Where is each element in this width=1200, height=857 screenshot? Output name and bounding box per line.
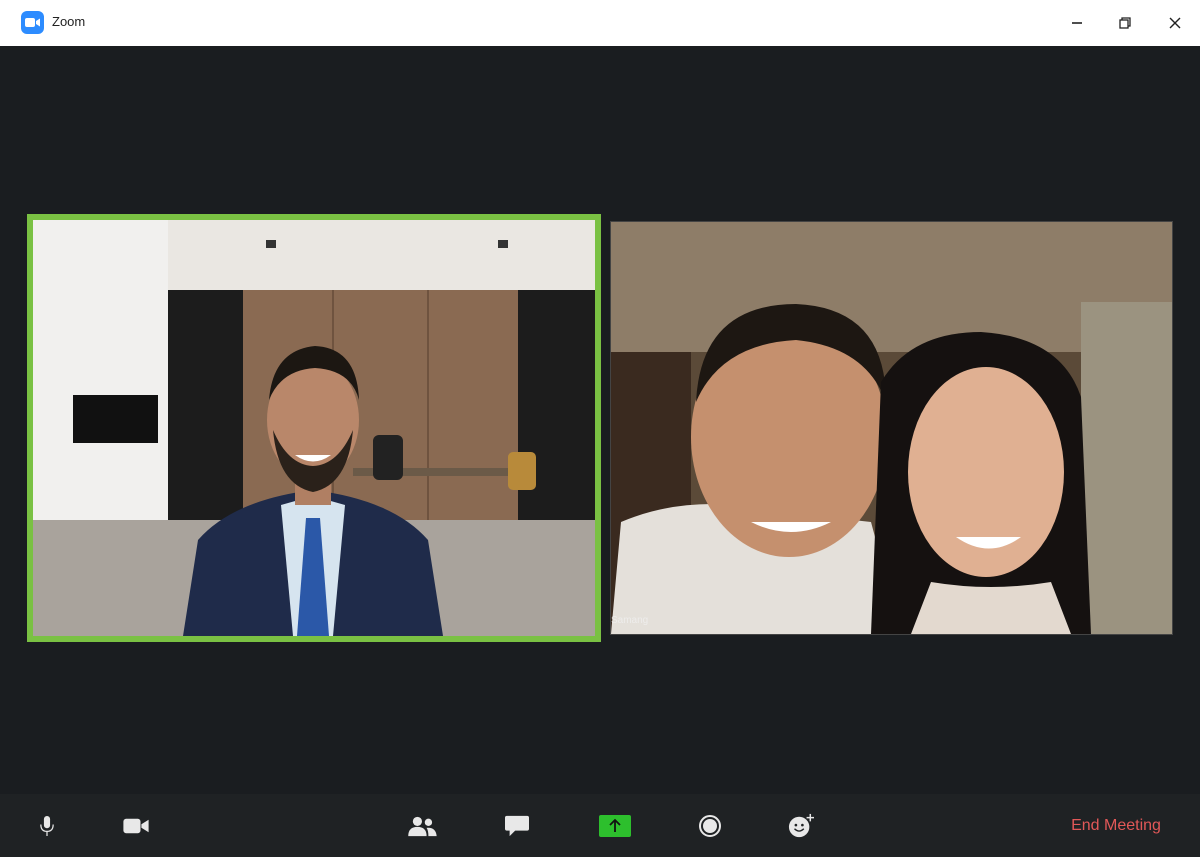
reactions-button[interactable] (784, 804, 818, 848)
record-icon (699, 815, 721, 837)
add-reaction-icon (788, 813, 814, 838)
minimize-button[interactable] (1062, 8, 1092, 38)
share-screen-button[interactable] (596, 804, 634, 848)
restore-icon (1119, 17, 1131, 29)
video-camera-icon (123, 818, 149, 834)
record-button[interactable] (694, 804, 726, 848)
chat-button[interactable] (500, 804, 534, 848)
participant-name-label: Samang (611, 615, 649, 626)
end-meeting-button[interactable]: End Meeting (1060, 814, 1172, 838)
share-screen-icon (599, 815, 631, 837)
close-icon (1169, 17, 1181, 29)
restore-button[interactable] (1110, 8, 1140, 38)
participant-video-2 (611, 222, 1172, 634)
close-button[interactable] (1160, 8, 1190, 38)
participants-icon (408, 816, 437, 837)
mute-button[interactable] (34, 804, 60, 848)
title-bar: Zoom (0, 0, 1200, 46)
minimize-icon (1072, 22, 1082, 24)
participants-button[interactable] (403, 804, 441, 848)
video-button[interactable] (118, 804, 154, 848)
video-tile-active-speaker[interactable] (27, 214, 601, 642)
chat-icon (505, 815, 529, 837)
meeting-toolbar: End Meeting (0, 794, 1200, 857)
app-title: Zoom (52, 14, 86, 29)
zoom-logo-icon (21, 11, 44, 34)
microphone-icon (40, 816, 54, 836)
participant-video-1 (33, 220, 595, 636)
video-tile-participant[interactable]: Samang (610, 221, 1173, 635)
